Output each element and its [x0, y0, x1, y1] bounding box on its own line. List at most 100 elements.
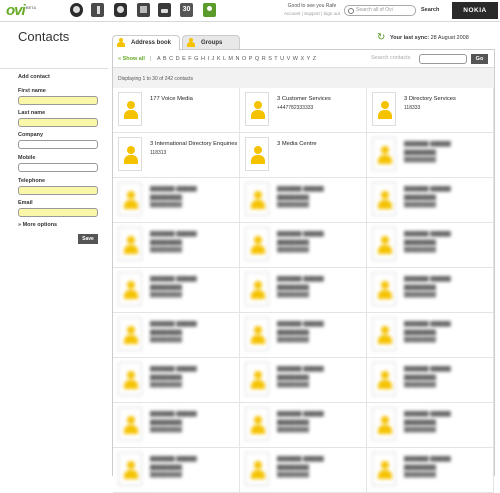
contact-card[interactable]: ██████ █████ █████████ █████████	[240, 448, 367, 493]
company-label: Company	[18, 132, 44, 138]
blurred-text: █████████	[277, 195, 309, 201]
contact-card[interactable]: ██████ █████ █████████ █████████	[240, 358, 367, 403]
add-contact-panel: Add contact First name Last name Company…	[0, 68, 108, 476]
contact-card[interactable]: 177 Voice Media	[113, 88, 240, 133]
contact-card[interactable]: ██████ █████ █████████ █████████	[240, 313, 367, 358]
contact-icon	[117, 38, 125, 48]
contact-card[interactable]: ██████ █████ █████████ █████████	[240, 403, 367, 448]
email-field[interactable]	[18, 208, 98, 217]
contact-card[interactable]: ██████ █████ █████████ █████████	[367, 448, 494, 493]
blurred-text: ██████ █████	[404, 276, 451, 282]
photo-icon[interactable]	[114, 3, 127, 17]
contacts-icon[interactable]	[203, 3, 216, 17]
contact-avatar-icon	[118, 272, 142, 306]
contact-card[interactable]: ██████ █████ █████████ █████████	[113, 313, 240, 358]
alphabet-letters[interactable]: A B C D E F G H I J K L M N O P Q R S T …	[157, 56, 316, 62]
contact-name: 177 Voice Media	[150, 96, 193, 102]
contact-avatar-icon	[245, 407, 269, 441]
blurred-text: ██████ █████	[150, 276, 197, 282]
telephone-label: Telephone	[18, 178, 46, 184]
last-sync: Your last sync: 28 August 2008	[390, 35, 469, 41]
contact-avatar-icon	[118, 182, 142, 216]
ovi-logo[interactable]: oviBETA	[6, 2, 36, 19]
blurred-text: █████████	[277, 472, 309, 478]
contact-card[interactable]: ██████ █████ █████████ █████████	[367, 313, 494, 358]
add-contact-heading: Add contact	[18, 74, 50, 80]
blurred-text: █████████	[404, 150, 436, 156]
contact-card[interactable]: ██████ █████ █████████ █████████	[113, 448, 240, 493]
blurred-text: █████████	[404, 465, 436, 471]
last-name-label: Last name	[18, 110, 46, 116]
save-button[interactable]: Save	[78, 234, 98, 244]
first-name-field[interactable]	[18, 96, 98, 105]
files-icon[interactable]	[137, 3, 150, 17]
contact-card[interactable]: 3 Customer Services +447782333333	[240, 88, 367, 133]
contact-avatar-icon	[245, 92, 269, 126]
blurred-text: █████████	[277, 247, 309, 253]
contact-avatar-icon	[245, 452, 269, 486]
blurred-text: █████████	[277, 465, 309, 471]
contact-card[interactable]: ██████ █████ █████████ █████████	[113, 403, 240, 448]
go-button[interactable]: Go	[471, 54, 488, 64]
blurred-text: █████████	[404, 420, 436, 426]
music-icon[interactable]	[91, 3, 104, 17]
blurred-text: ██████ █████	[404, 141, 451, 147]
contact-name: 3 Media Centre	[277, 141, 317, 147]
mobile-field[interactable]	[18, 163, 98, 172]
calendar-icon[interactable]: 30	[180, 3, 193, 17]
contact-avatar-icon	[372, 182, 396, 216]
blurred-text: ██████ █████	[277, 276, 324, 282]
company-field[interactable]	[18, 140, 98, 149]
contact-card[interactable]: 3 Directory Services 118333	[367, 88, 494, 133]
contact-card[interactable]: ██████ █████ █████████ █████████	[367, 403, 494, 448]
search-button[interactable]: Search	[421, 5, 449, 16]
tab-address-book[interactable]: Address book	[112, 35, 180, 50]
contact-card[interactable]: ██████ █████ █████████ █████████	[113, 358, 240, 403]
support-link[interactable]: Support	[304, 11, 320, 16]
last-name-field[interactable]	[18, 118, 98, 127]
contact-card[interactable]: 3 Media Centre	[240, 133, 367, 178]
contacts-panel: « Show all | A B C D E F G H I J K L M N…	[112, 49, 495, 493]
telephone-field[interactable]	[18, 186, 98, 195]
greeting-text: Good to see you Rafe	[287, 3, 337, 9]
nokia-logo[interactable]: NOKIA	[452, 2, 498, 19]
contact-card[interactable]: ██████ █████ █████████ █████████	[240, 268, 367, 313]
globe-icon[interactable]	[70, 3, 83, 17]
blurred-text: █████████	[150, 337, 182, 343]
more-options-link[interactable]: » More options	[18, 222, 57, 228]
contact-card[interactable]: ██████ █████ █████████ █████████	[240, 178, 367, 223]
contact-card[interactable]: ██████ █████ █████████ █████████	[367, 358, 494, 403]
show-all-link[interactable]: « Show all	[118, 56, 145, 62]
blurred-text: █████████	[150, 285, 182, 291]
account-link[interactable]: Account	[284, 11, 300, 16]
contact-card[interactable]: ██████ █████ █████████ █████████	[240, 223, 367, 268]
contact-card[interactable]: ██████ █████ █████████ █████████	[113, 223, 240, 268]
blurred-text: █████████	[150, 375, 182, 381]
blurred-text: █████████	[277, 375, 309, 381]
tab-groups[interactable]: Groups	[182, 35, 240, 49]
contact-avatar-icon	[372, 137, 396, 171]
contact-card[interactable]: ██████ █████ █████████ █████████	[367, 178, 494, 223]
global-search-input[interactable]: Search all of Ovi	[344, 5, 416, 16]
blurred-text: ██████ █████	[404, 366, 451, 372]
folder-icon[interactable]	[158, 3, 171, 17]
blurred-text: █████████	[404, 472, 436, 478]
contact-name: 3 International Directory Enquiries	[150, 141, 238, 147]
contact-avatar-icon	[118, 227, 142, 261]
blurred-text: █████████	[404, 285, 436, 291]
contact-card[interactable]: ██████ █████ █████████ █████████	[367, 268, 494, 313]
first-name-label: First name	[18, 88, 46, 94]
contact-card[interactable]: ██████ █████ █████████ █████████	[367, 133, 494, 178]
contact-avatar-icon	[118, 362, 142, 396]
search-contacts-input[interactable]	[419, 54, 467, 64]
blurred-text: █████████	[404, 240, 436, 246]
contact-card[interactable]: ██████ █████ █████████ █████████	[113, 178, 240, 223]
blurred-text: █████████	[150, 472, 182, 478]
blurred-text: █████████	[404, 202, 436, 208]
sign-out-link[interactable]: Sign out	[323, 11, 340, 16]
contact-card[interactable]: ██████ █████ █████████ █████████	[367, 223, 494, 268]
blurred-text: ██████ █████	[277, 231, 324, 237]
blurred-text: █████████	[150, 240, 182, 246]
contact-card[interactable]: 3 International Directory Enquiries 11831…	[113, 133, 240, 178]
contact-card[interactable]: ██████ █████ █████████ █████████	[113, 268, 240, 313]
